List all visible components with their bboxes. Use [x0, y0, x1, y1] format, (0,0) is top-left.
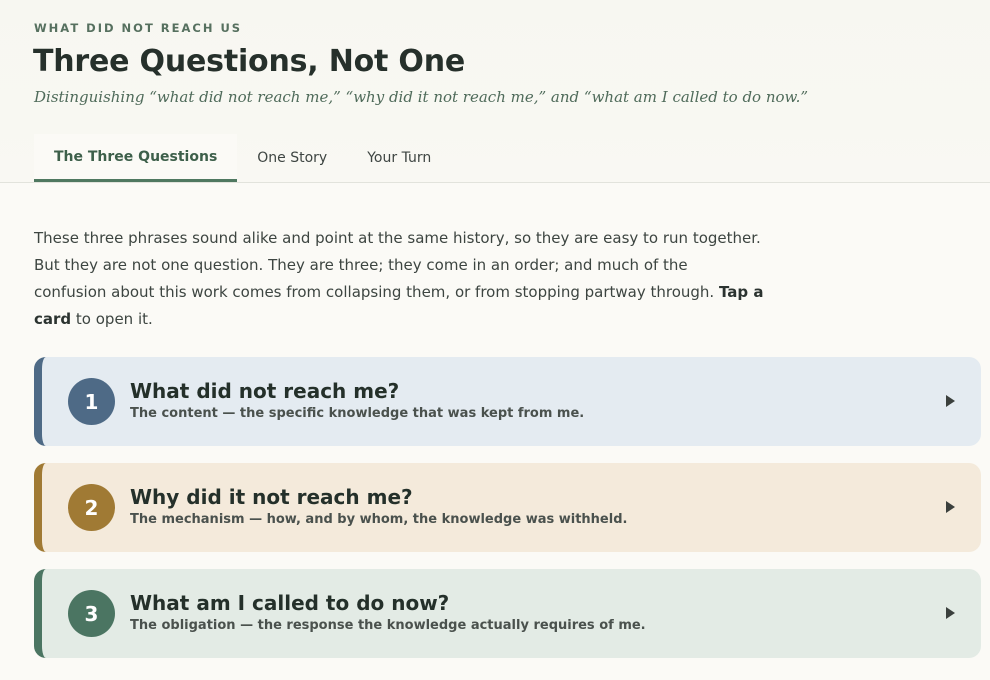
card-description: The mechanism — how, and by whom, the kn… [130, 512, 628, 527]
page-title: Three Questions, Not One [33, 44, 466, 79]
play-arrow-icon[interactable] [946, 395, 955, 407]
intro-text: These three phrases sound alike and poin… [34, 229, 761, 301]
tab-one-story[interactable]: One Story [237, 134, 347, 182]
intro-paragraph: These three phrases sound alike and poin… [34, 225, 764, 333]
card-number-badge: 2 [68, 484, 115, 531]
card-description: The content — the specific knowledge tha… [130, 406, 585, 421]
intro-text-end: to open it. [71, 310, 153, 328]
tab-your-turn[interactable]: Your Turn [347, 134, 451, 182]
card-question: What am I called to do now? [130, 591, 450, 615]
question-card-2[interactable]: 2 Why did it not reach me? The mechanism… [34, 463, 981, 552]
card-question: What did not reach me? [130, 379, 400, 403]
question-card-1[interactable]: 1 What did not reach me? The content — t… [34, 357, 981, 446]
page-subtitle: Distinguishing “what did not reach me,” … [34, 88, 809, 106]
eyebrow-label: WHAT DID NOT REACH US [34, 21, 243, 35]
question-card-3[interactable]: 3 What am I called to do now? The obliga… [34, 569, 981, 658]
card-description: The obligation — the response the knowle… [130, 618, 646, 633]
page-header: WHAT DID NOT REACH US Three Questions, N… [0, 0, 990, 183]
card-number-badge: 3 [68, 590, 115, 637]
play-arrow-icon[interactable] [946, 607, 955, 619]
card-number-badge: 1 [68, 378, 115, 425]
card-question: Why did it not reach me? [130, 485, 413, 509]
tab-bar: The Three Questions One Story Your Turn [34, 134, 451, 183]
play-arrow-icon[interactable] [946, 501, 955, 513]
tab-three-questions[interactable]: The Three Questions [34, 134, 238, 182]
